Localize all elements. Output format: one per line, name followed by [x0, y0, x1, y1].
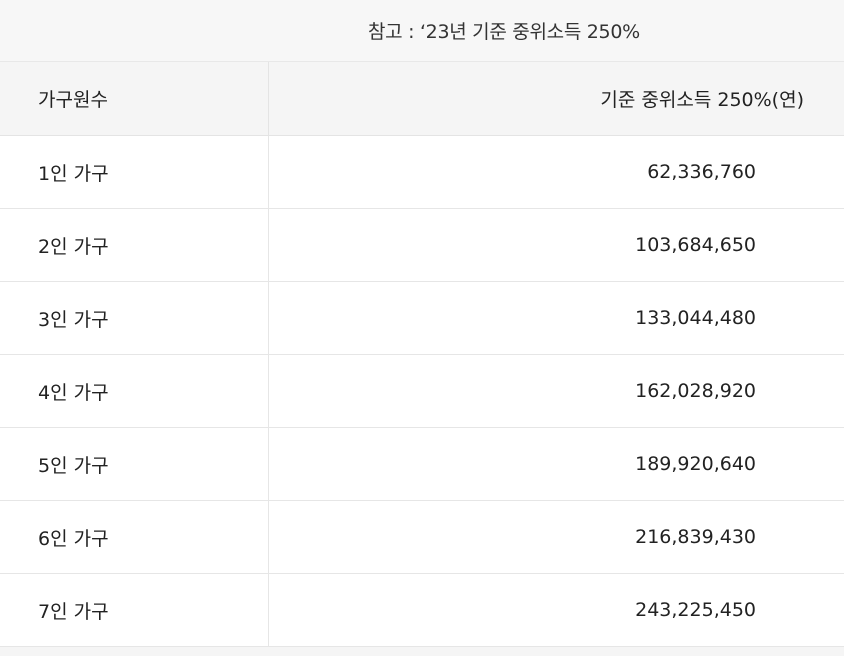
- table-row: 1인 가구 62,336,760: [0, 135, 844, 209]
- income-table: 가구원수 기준 중위소득 250%(연) 1인 가구 62,336,760 2인…: [0, 62, 844, 647]
- table-row: 6인 가구 216,839,430: [0, 500, 844, 574]
- income-cell: 189,920,640: [268, 427, 844, 501]
- income-cell: 103,684,650: [268, 208, 844, 282]
- page: 참고 : ‘23년 기준 중위소득 250% 가구원수 기준 중위소득 250%…: [0, 0, 844, 656]
- caption-bar: 참고 : ‘23년 기준 중위소득 250%: [0, 0, 844, 62]
- table-row: 4인 가구 162,028,920: [0, 354, 844, 428]
- income-cell: 243,225,450: [268, 573, 844, 647]
- income-cell: 162,028,920: [268, 354, 844, 428]
- household-size-cell: 1인 가구: [0, 135, 269, 209]
- table-row: 2인 가구 103,684,650: [0, 208, 844, 282]
- header-median-income: 기준 중위소득 250%(연): [268, 62, 844, 136]
- household-size-cell: 7인 가구: [0, 573, 269, 647]
- table-caption: 참고 : ‘23년 기준 중위소득 250%: [368, 21, 640, 43]
- header-household-size: 가구원수: [0, 62, 269, 136]
- income-cell: 216,839,430: [268, 500, 844, 574]
- table-row: 7인 가구 243,225,450: [0, 573, 844, 647]
- household-size-cell: 6인 가구: [0, 500, 269, 574]
- income-cell: 62,336,760: [268, 135, 844, 209]
- table-row: 5인 가구 189,920,640: [0, 427, 844, 501]
- household-size-cell: 2인 가구: [0, 208, 269, 282]
- household-size-cell: 3인 가구: [0, 281, 269, 355]
- table-header-row: 가구원수 기준 중위소득 250%(연): [0, 62, 844, 136]
- household-size-cell: 5인 가구: [0, 427, 269, 501]
- table-row: 3인 가구 133,044,480: [0, 281, 844, 355]
- household-size-cell: 4인 가구: [0, 354, 269, 428]
- income-cell: 133,044,480: [268, 281, 844, 355]
